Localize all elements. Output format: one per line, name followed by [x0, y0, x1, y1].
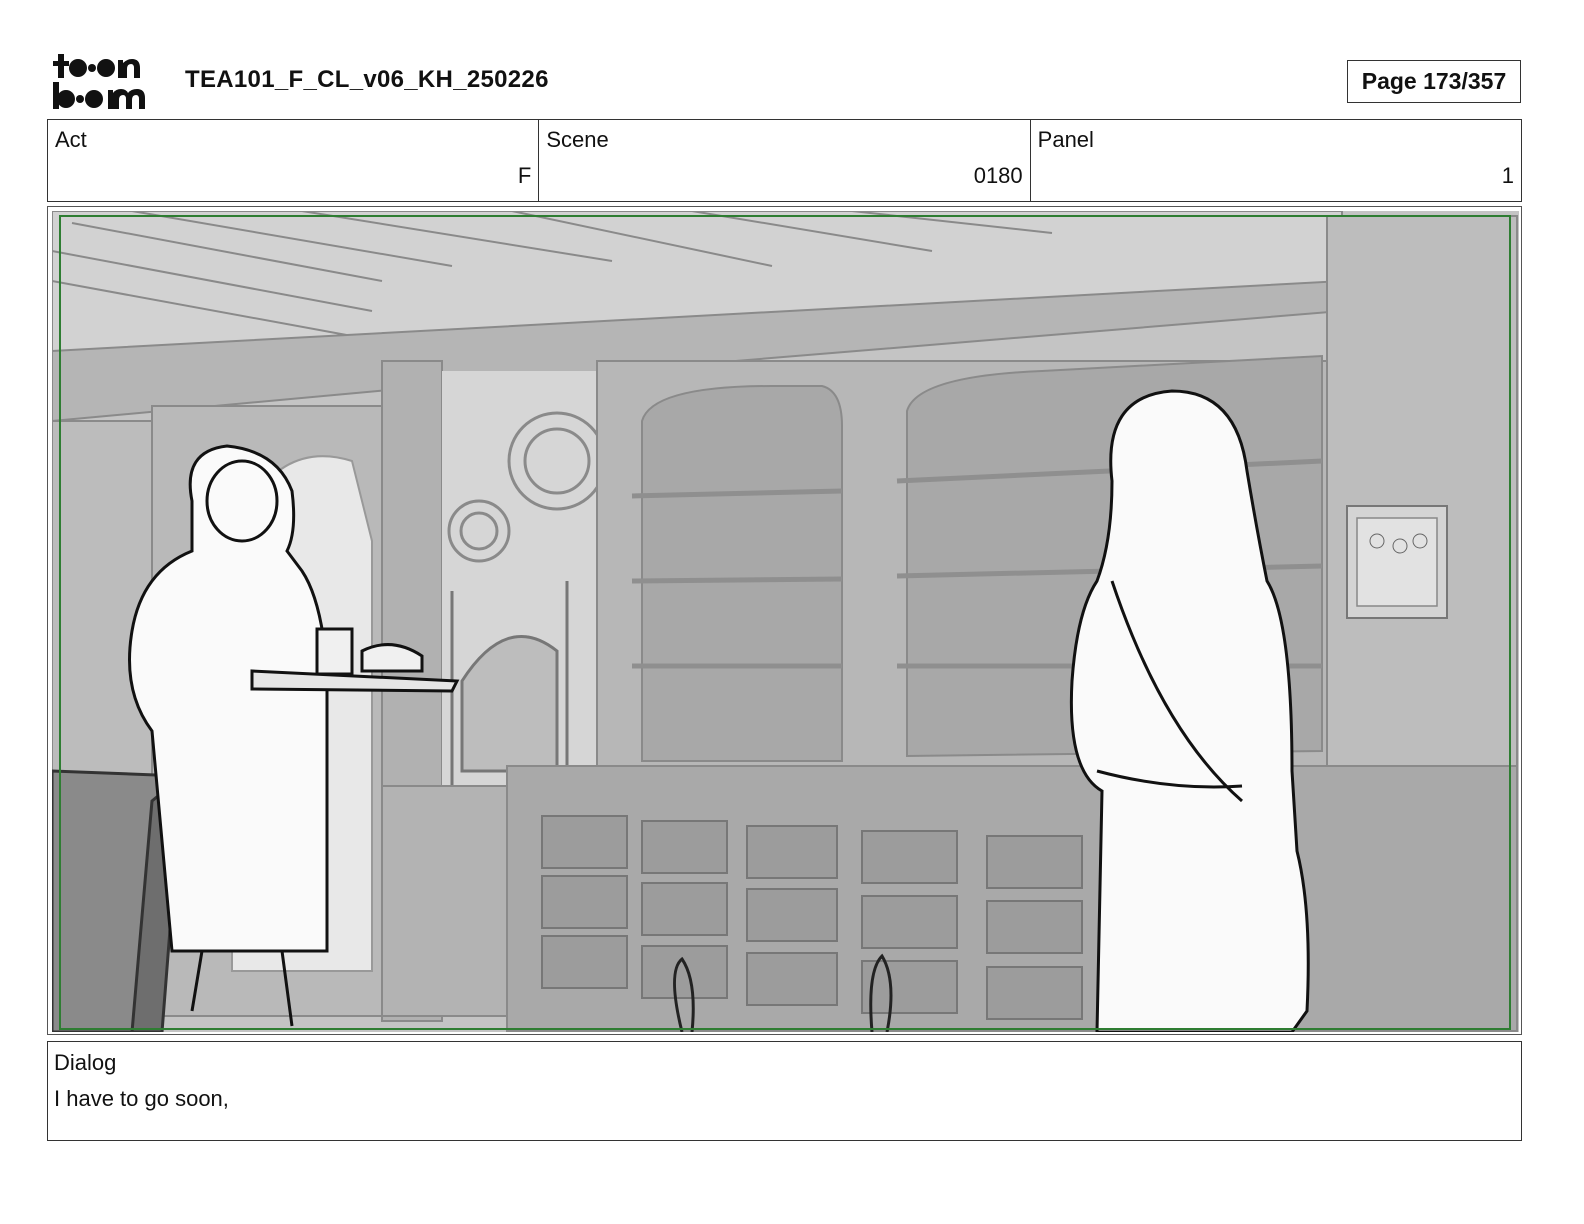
scene-label: Scene [546, 127, 609, 152]
toonboom-logo [52, 52, 162, 110]
sideboard [381, 765, 1518, 1032]
dialog-box: Dialog I have to go soon, [47, 1041, 1522, 1141]
dialog-label: Dialog [54, 1050, 117, 1075]
act-cell: Act F [48, 120, 540, 201]
storyboard-panel [47, 206, 1522, 1035]
info-row: Act F Scene 0180 Panel 1 [47, 119, 1522, 202]
scene-value: 0180 [973, 163, 1023, 188]
panel-drawing [52, 211, 1519, 1032]
document-title: TEA101_F_CL_v06_KH_250226 [185, 66, 549, 93]
framed-picture [1346, 505, 1448, 619]
dialog-text: I have to go soon, [54, 1086, 229, 1111]
scene-cell: Scene 0180 [539, 120, 1031, 201]
panel-cell: Panel 1 [1031, 120, 1521, 201]
panel-value: 1 [1501, 163, 1514, 188]
page-number: Page 173/357 [1347, 60, 1521, 103]
act-label: Act [55, 127, 87, 152]
panel-label: Panel [1037, 127, 1094, 152]
act-value: F [517, 163, 532, 188]
